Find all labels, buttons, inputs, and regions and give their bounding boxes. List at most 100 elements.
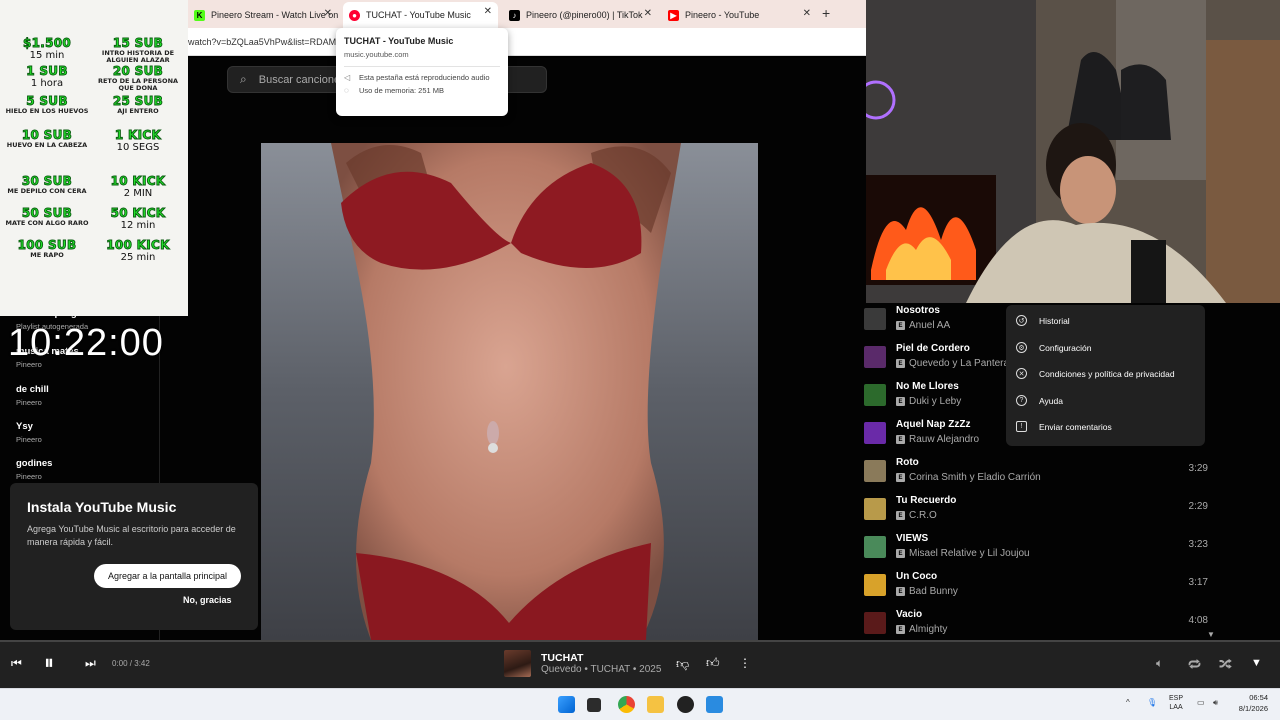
chrome-icon[interactable]: [618, 696, 635, 713]
close-tab-icon[interactable]: ✕: [803, 8, 811, 19]
goal-text: HUEVO EN LA CABEZA: [6, 141, 88, 149]
queue-artist: E Bad Bunny: [896, 586, 958, 597]
queue-title: Aquel Nap ZzZz: [896, 419, 971, 430]
obs-icon[interactable]: [677, 696, 694, 713]
tab-youtube[interactable]: ▶ Pineero - YouTube ✕: [662, 4, 817, 26]
queue-title: Tu Recuerdo: [896, 495, 957, 506]
queue-item[interactable]: VIEWS E Misael Relative y Lil Joujou 3:23: [858, 531, 1208, 569]
queue-thumbnail: [864, 612, 886, 634]
artist-name: Almighty: [909, 624, 948, 635]
close-tab-icon[interactable]: ✕: [324, 8, 332, 19]
windows-start-icon[interactable]: [558, 696, 575, 713]
tab-youtube-music[interactable]: ● TUCHAT - YouTube Music ✕: [343, 2, 498, 28]
goal-text: RETO DE LA PERSONA QUE DONA: [97, 77, 179, 92]
stream-goal: 5 SUB HIELO EN LOS HUEVOS: [2, 94, 92, 115]
scroll-down-icon[interactable]: ▼: [1207, 630, 1215, 639]
menu-item-privacy[interactable]: ✕ Condiciones y política de privacidad: [1016, 368, 1175, 379]
explicit-icon: E: [896, 587, 905, 596]
queue-title: Roto: [896, 457, 919, 468]
goal-amount: 1 KICK: [114, 128, 162, 143]
queue-thumbnail: [864, 536, 886, 558]
stream-goal: 15 SUB INTRO HISTORIA DE ALGUIEN ALAZAR: [93, 36, 183, 63]
clock-date: 8/1/2026: [1238, 703, 1268, 713]
queue-duration: 4:08: [1188, 615, 1208, 626]
playlist-sub: Pineero: [16, 472, 42, 481]
artist-name: C.R.O: [909, 510, 937, 521]
queue-duration: 3:17: [1188, 577, 1208, 588]
feedback-icon: !: [1016, 421, 1027, 432]
menu-item-feedback[interactable]: ! Enviar comentarios: [1016, 421, 1112, 432]
tab-kick[interactable]: K Pineero Stream - Watch Live on ✕: [188, 4, 338, 26]
explicit-icon: E: [896, 511, 905, 520]
queue-item[interactable]: Un Coco E Bad Bunny 3:17: [858, 569, 1208, 607]
sidebar-playlist[interactable]: de chill Pineero: [16, 384, 49, 407]
goal-amount: 25 SUB: [112, 94, 164, 109]
queue-item[interactable]: Tu Recuerdo E C.R.O 2:29: [858, 493, 1208, 531]
file-explorer-icon[interactable]: [647, 696, 664, 713]
hover-card-url: music.youtube.com: [344, 50, 409, 59]
audio-text: Esta pestaña está reproduciendo audio: [359, 73, 490, 82]
expand-queue-icon[interactable]: ▼: [1251, 657, 1262, 669]
stream-goal: 25 SUB AJI ENTERO: [93, 94, 183, 115]
queue-title: Nosotros: [896, 305, 940, 316]
now-playing-title[interactable]: TUCHAT: [541, 652, 583, 664]
more-options-icon[interactable]: ⋮: [739, 656, 751, 670]
progress-bar[interactable]: [0, 640, 1280, 642]
language-indicator[interactable]: ESP: [1169, 694, 1183, 703]
search-input[interactable]: Buscar canciones: [259, 74, 346, 86]
stream-goal: 50 KICK 12 min: [93, 206, 183, 231]
menu-item-history[interactable]: ↺ Historial: [1016, 315, 1070, 326]
menu-label: Historial: [1039, 315, 1070, 326]
tray-chevron-icon[interactable]: ^: [1126, 698, 1130, 707]
network-icon[interactable]: ▭: [1197, 698, 1205, 707]
queue-title: Vacio: [896, 609, 923, 620]
notepad-icon[interactable]: [706, 696, 723, 713]
goal-amount: 5 SUB: [26, 94, 68, 109]
menu-item-settings[interactable]: ⚙ Configuración: [1016, 342, 1091, 353]
language-layout[interactable]: LAA: [1169, 703, 1183, 712]
tiktok-icon: ♪: [509, 9, 520, 21]
volume-icon[interactable]: 🔈︎: [1156, 656, 1163, 671]
repeat-icon[interactable]: 🔁︎: [1188, 655, 1201, 674]
install-title: Instala YouTube Music: [27, 499, 177, 515]
system-clock[interactable]: 06:54 8/1/2026: [1232, 693, 1268, 714]
goal-amount: 30 SUB: [21, 174, 73, 189]
menu-item-help[interactable]: ? Ayuda: [1016, 395, 1063, 406]
next-icon[interactable]: ⏭: [85, 656, 96, 671]
like-icon[interactable]: 👍︎: [706, 655, 720, 671]
dislike-icon[interactable]: 👎︎: [676, 656, 689, 672]
explicit-icon: E: [896, 397, 905, 406]
now-playing-subtitle[interactable]: Quevedo • TUCHAT • 2025: [541, 664, 661, 675]
no-thanks-button[interactable]: No, gracias: [183, 595, 232, 605]
playlist-sub: Pineero: [16, 398, 42, 407]
shuffle-icon[interactable]: 🔀︎: [1219, 655, 1232, 674]
sidebar-playlist[interactable]: godines Pineero: [16, 458, 52, 481]
close-tab-icon[interactable]: ✕: [484, 6, 492, 17]
playlist-sub: Pineero: [16, 435, 42, 444]
install-prompt: Instala YouTube Music Agrega YouTube Mus…: [10, 483, 258, 630]
new-tab-button[interactable]: +: [822, 5, 830, 21]
memory-text: Uso de memoria: 251 MB: [359, 86, 445, 95]
goal-amount: 20 SUB: [112, 64, 164, 79]
goal-detail: 12 min: [120, 220, 156, 231]
album-art: [261, 143, 758, 640]
close-tab-icon[interactable]: ✕: [644, 8, 652, 19]
tab-label: TUCHAT - YouTube Music: [366, 10, 471, 20]
previous-icon[interactable]: ⏮: [11, 656, 22, 671]
now-playing-thumbnail[interactable]: [504, 650, 531, 677]
volume-tray-icon[interactable]: 🔊︎: [1213, 698, 1218, 708]
stream-goal: 10 KICK 2 MIN: [93, 174, 183, 199]
add-to-home-button[interactable]: Agregar a la pantalla principal: [94, 564, 241, 588]
pause-icon[interactable]: ⏸: [44, 652, 54, 675]
task-view-icon[interactable]: [587, 698, 601, 712]
stream-goal: 100 KICK 25 min: [93, 238, 183, 263]
queue-artist: E C.R.O: [896, 510, 937, 521]
tab-tiktok[interactable]: ♪ Pineero (@pinero00) | TikTok ✕: [503, 4, 658, 26]
address-text[interactable]: watch?v=bZQLaa5VhPw&list=RDAM: [188, 37, 336, 47]
queue-thumbnail: [864, 460, 886, 482]
microphone-icon[interactable]: 🎙︎: [1147, 698, 1157, 707]
queue-item[interactable]: Roto E Corina Smith y Eladio Carrión 3:29: [858, 455, 1208, 493]
playlist-name: de chill: [16, 384, 49, 395]
webcam-overlay: [866, 0, 1280, 303]
sidebar-playlist[interactable]: Ysy Pineero: [16, 421, 42, 444]
